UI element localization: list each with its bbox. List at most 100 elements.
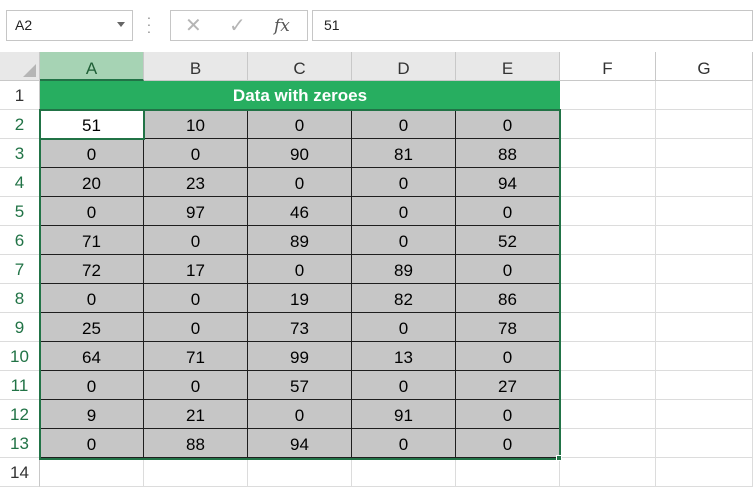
cell-b11[interactable]: 0 [144,371,248,400]
cell-b14[interactable] [144,458,248,487]
cell-f2[interactable] [560,110,656,139]
row-header-14[interactable]: 14 [0,458,40,487]
cell-a5[interactable]: 0 [40,197,144,226]
row-header-11[interactable]: 11 [0,371,40,400]
cell-b6[interactable]: 0 [144,226,248,255]
cell-d2[interactable]: 0 [352,110,456,139]
col-header-d[interactable]: D [352,52,456,81]
cell-b8[interactable]: 0 [144,284,248,313]
cell-c7[interactable]: 0 [248,255,352,284]
cell-b3[interactable]: 0 [144,139,248,168]
cell-g1[interactable] [656,81,753,110]
cell-d5[interactable]: 0 [352,197,456,226]
col-header-c[interactable]: C [248,52,352,81]
cell-d4[interactable]: 0 [352,168,456,197]
cell-f10[interactable] [560,342,656,371]
cell-b13[interactable]: 88 [144,429,248,458]
cell-g11[interactable] [656,371,753,400]
cell-f14[interactable] [560,458,656,487]
cell-c10[interactable]: 99 [248,342,352,371]
cell-g2[interactable] [656,110,753,139]
name-box[interactable]: A2 [6,10,133,41]
cell-c13[interactable]: 94 [248,429,352,458]
col-header-a[interactable]: A [40,52,144,81]
col-header-g[interactable]: G [656,52,753,81]
cell-c4[interactable]: 0 [248,168,352,197]
cell-a13[interactable]: 0 [40,429,144,458]
cell-a4[interactable]: 20 [40,168,144,197]
cell-c5[interactable]: 46 [248,197,352,226]
cell-f7[interactable] [560,255,656,284]
cell-e2[interactable]: 0 [456,110,560,139]
cell-d13[interactable]: 0 [352,429,456,458]
cell-c8[interactable]: 19 [248,284,352,313]
cell-e6[interactable]: 52 [456,226,560,255]
cell-g4[interactable] [656,168,753,197]
cell-c14[interactable] [248,458,352,487]
cell-a14[interactable] [40,458,144,487]
cell-g5[interactable] [656,197,753,226]
select-all-button[interactable] [0,52,40,81]
cell-f6[interactable] [560,226,656,255]
cell-f13[interactable] [560,429,656,458]
cell-d11[interactable]: 0 [352,371,456,400]
row-header-3[interactable]: 3 [0,139,40,168]
cell-a10[interactable]: 64 [40,342,144,371]
cell-e9[interactable]: 78 [456,313,560,342]
cell-g10[interactable] [656,342,753,371]
insert-function-icon[interactable]: fx [274,14,290,38]
cell-f11[interactable] [560,371,656,400]
cell-a11[interactable]: 0 [40,371,144,400]
cell-b12[interactable]: 21 [144,400,248,429]
cell-a2[interactable]: 51 [40,110,144,139]
cell-a12[interactable]: 9 [40,400,144,429]
cell-f9[interactable] [560,313,656,342]
title-cell[interactable]: Data with zeroes [40,81,560,109]
cell-e5[interactable]: 0 [456,197,560,226]
col-header-b[interactable]: B [144,52,248,81]
cell-e3[interactable]: 88 [456,139,560,168]
row-header-13[interactable]: 13 [0,429,40,458]
row-header-10[interactable]: 10 [0,342,40,371]
cell-c2[interactable]: 0 [248,110,352,139]
cell-c9[interactable]: 73 [248,313,352,342]
drag-handle-icon[interactable]: · · · [146,10,152,38]
cell-b4[interactable]: 23 [144,168,248,197]
cell-b5[interactable]: 97 [144,197,248,226]
fill-handle[interactable] [556,455,562,461]
cell-f12[interactable] [560,400,656,429]
cell-b9[interactable]: 0 [144,313,248,342]
cell-f5[interactable] [560,197,656,226]
cell-d3[interactable]: 81 [352,139,456,168]
row-header-1[interactable]: 1 [0,81,40,110]
cell-b10[interactable]: 71 [144,342,248,371]
col-header-f[interactable]: F [560,52,656,81]
cell-g7[interactable] [656,255,753,284]
cell-d9[interactable]: 0 [352,313,456,342]
cell-e7[interactable]: 0 [456,255,560,284]
cell-f4[interactable] [560,168,656,197]
cell-e10[interactable]: 0 [456,342,560,371]
cell-e4[interactable]: 94 [456,168,560,197]
cell-c6[interactable]: 89 [248,226,352,255]
cell-e11[interactable]: 27 [456,371,560,400]
cell-e8[interactable]: 86 [456,284,560,313]
enter-icon[interactable]: ✓ [229,14,246,38]
cell-g13[interactable] [656,429,753,458]
row-header-12[interactable]: 12 [0,400,40,429]
cell-a3[interactable]: 0 [40,139,144,168]
cell-e12[interactable]: 0 [456,400,560,429]
cell-g14[interactable] [656,458,753,487]
cell-a8[interactable]: 0 [40,284,144,313]
cell-g6[interactable] [656,226,753,255]
row-header-4[interactable]: 4 [0,168,40,197]
cell-c11[interactable]: 57 [248,371,352,400]
row-header-7[interactable]: 7 [0,255,40,284]
cell-c12[interactable]: 0 [248,400,352,429]
cell-d8[interactable]: 82 [352,284,456,313]
cell-a6[interactable]: 71 [40,226,144,255]
cell-a7[interactable]: 72 [40,255,144,284]
cell-g3[interactable] [656,139,753,168]
row-header-5[interactable]: 5 [0,197,40,226]
cell-g8[interactable] [656,284,753,313]
